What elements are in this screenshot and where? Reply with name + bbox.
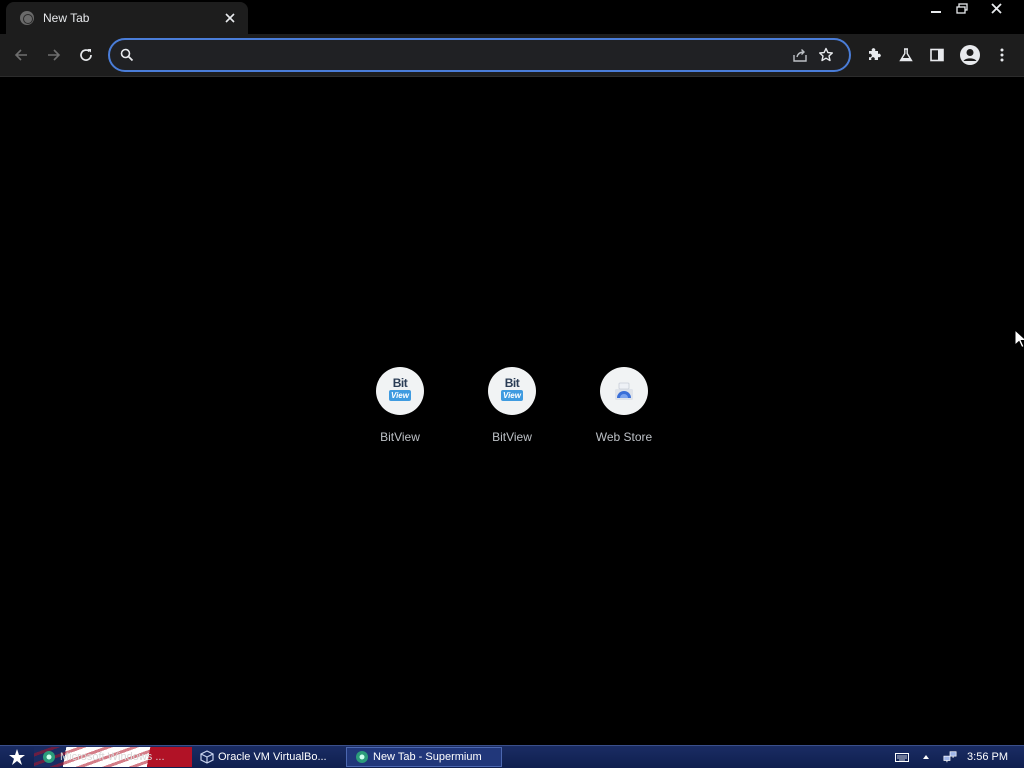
- shortcut-label: Web Store: [595, 430, 653, 444]
- taskbar-item-label: New Tab - Supermium: [373, 751, 482, 763]
- restore-button[interactable]: [950, 0, 974, 17]
- start-button[interactable]: [0, 746, 34, 768]
- shortcut-web-store[interactable]: Web Store: [568, 367, 680, 457]
- taskbar-item-new-tab-supermium[interactable]: New Tab - Supermium: [346, 747, 502, 767]
- globe-icon: [20, 11, 34, 25]
- forward-icon: [48, 49, 61, 61]
- tab-new-tab[interactable]: New Tab: [6, 2, 248, 34]
- shortcut-label: BitView: [492, 430, 532, 444]
- supermium-icon: [43, 751, 55, 763]
- tab-strip: New Tab: [0, 0, 1024, 34]
- minimize-button[interactable]: [924, 0, 948, 17]
- start-star-icon: [9, 749, 25, 765]
- profile-button[interactable]: [956, 41, 984, 69]
- taskbar-item-microsoft-windows[interactable]: Microsoft Windows ...: [34, 747, 192, 767]
- reload-icon: [80, 49, 92, 61]
- share-button[interactable]: [787, 42, 813, 68]
- taskbar-item-label: Microsoft Windows ...: [60, 751, 165, 763]
- close-icon: [225, 13, 235, 23]
- extensions-icon: [869, 48, 881, 60]
- keyboard-icon[interactable]: [895, 751, 910, 763]
- bitview-logo: Bit View: [488, 367, 536, 415]
- close-icon: [990, 3, 1002, 14]
- extensions-button[interactable]: [860, 41, 888, 69]
- more-menu-button[interactable]: [988, 41, 1016, 69]
- share-icon: [793, 49, 807, 62]
- shortcut-label: BitView: [380, 430, 420, 444]
- star-icon: [819, 47, 833, 62]
- new-tab-page: Bit View BitView Bit View BitView Web St…: [0, 78, 1024, 746]
- side-panel-button[interactable]: [923, 41, 951, 69]
- shortcut-tiles: Bit View BitView Bit View BitView Web St…: [344, 367, 680, 457]
- reload-button[interactable]: [72, 41, 100, 69]
- chevron-up-icon[interactable]: [919, 751, 933, 763]
- minimize-icon: [931, 10, 941, 13]
- browser-toolbar: [0, 34, 1024, 77]
- clock[interactable]: 3:56 PM: [967, 751, 1008, 763]
- system-tray: 3:56 PM: [895, 746, 1024, 768]
- side-panel-icon: [930, 48, 944, 62]
- back-button[interactable]: [7, 41, 35, 69]
- shortcut-bitview[interactable]: Bit View BitView: [344, 367, 456, 457]
- network-icon[interactable]: [943, 751, 957, 763]
- bookmark-button[interactable]: [813, 42, 839, 68]
- address-bar[interactable]: [108, 38, 851, 72]
- window-controls: [924, 0, 1016, 17]
- close-window-button[interactable]: [976, 0, 1016, 17]
- tab-title: New Tab: [43, 11, 90, 25]
- supermium-icon: [356, 751, 368, 763]
- close-tab-button[interactable]: [222, 10, 238, 26]
- mouse-pointer-icon: [1014, 329, 1024, 349]
- more-icon: [1000, 48, 1004, 62]
- web-store-icon: [600, 367, 648, 415]
- labs-icon: [899, 48, 913, 62]
- restore-icon: [956, 3, 968, 14]
- back-icon: [14, 49, 27, 61]
- taskbar: Microsoft Windows ... Oracle VM VirtualB…: [0, 745, 1024, 768]
- profile-icon: [960, 45, 980, 65]
- address-input[interactable]: [142, 42, 787, 68]
- forward-button[interactable]: [40, 41, 68, 69]
- virtualbox-icon: [200, 750, 214, 764]
- search-icon: [120, 48, 134, 62]
- shortcut-bitview[interactable]: Bit View BitView: [456, 367, 568, 457]
- bitview-logo: Bit View: [376, 367, 424, 415]
- taskbar-item-virtualbox[interactable]: Oracle VM VirtualBo...: [192, 747, 342, 767]
- taskbar-item-label: Oracle VM VirtualBo...: [218, 751, 327, 763]
- labs-button[interactable]: [892, 41, 920, 69]
